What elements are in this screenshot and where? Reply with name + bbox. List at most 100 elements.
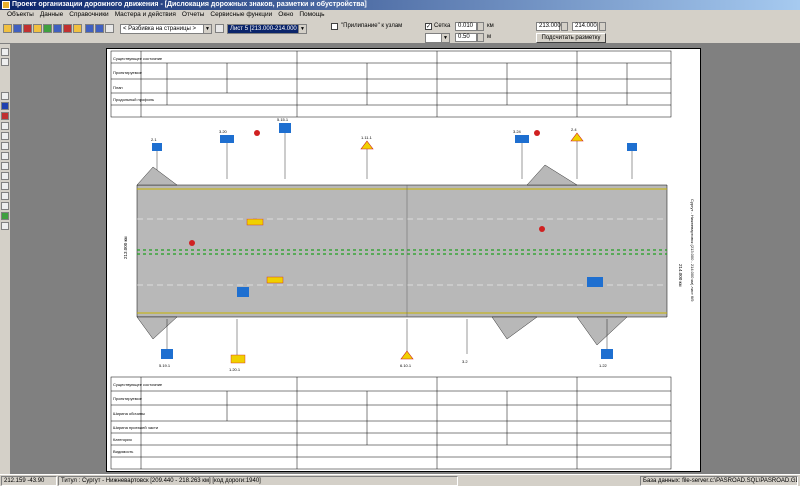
- sign-label-1: 2.1: [151, 137, 157, 142]
- first-sheet-icon[interactable]: [215, 24, 224, 33]
- arrow-tool-icon[interactable]: [1, 202, 9, 210]
- ellipse-tool-icon[interactable]: [1, 142, 9, 150]
- spin-icon[interactable]: [599, 22, 606, 31]
- warning-sign-2[interactable]: [570, 132, 584, 142]
- prohibit-sign-2[interactable]: [534, 130, 540, 136]
- line-tool-icon[interactable]: [1, 92, 9, 100]
- print-icon[interactable]: [23, 24, 32, 33]
- page-split-value: < Разбивка на страницы >: [123, 26, 196, 32]
- sign-blue-3[interactable]: [279, 123, 291, 133]
- layers-icon[interactable]: [43, 24, 52, 33]
- sign-blue-5[interactable]: [627, 143, 637, 151]
- main-toolbar: < Разбивка на страницы > ▼ Лист 5 [213.0…: [0, 20, 800, 44]
- road-sign-on-road-1[interactable]: [246, 218, 264, 226]
- warning-sign-3[interactable]: [400, 350, 414, 360]
- export-icon[interactable]: [33, 24, 42, 33]
- sheet-value: Лист 5 [213.000-214.000 км]: [230, 26, 307, 32]
- count-markup-button[interactable]: Подсчитать разметку: [536, 33, 606, 43]
- menu-references[interactable]: Справочники: [66, 10, 111, 20]
- properties-icon[interactable]: [53, 24, 62, 33]
- top-table: [110, 50, 672, 118]
- sign-label-5: 3.24: [513, 129, 522, 134]
- sign-label-4: 1.11.1: [361, 135, 373, 140]
- sign-yellow-7[interactable]: [230, 354, 246, 364]
- info-icon[interactable]: [1, 102, 9, 110]
- sheet-select[interactable]: Лист 5 [213.000-214.000 км] ▼: [227, 24, 307, 34]
- grid-label: Сетка: [434, 23, 451, 29]
- grid-step-x-input[interactable]: 0.010: [455, 22, 477, 31]
- curve-tool-icon[interactable]: [1, 172, 9, 180]
- sign-label-10: 3.2: [462, 359, 468, 364]
- left-km-caption: 213.000 км: [123, 236, 128, 259]
- road-sign-on-road-3[interactable]: [587, 277, 603, 287]
- window-titlebar: Проект организации дорожного движения - …: [0, 0, 800, 10]
- spin-icon[interactable]: [561, 22, 568, 31]
- app-icon: [2, 1, 10, 9]
- chevron-down-icon[interactable]: ▼: [203, 25, 211, 33]
- drawing-canvas[interactable]: Существующее состояние Проектируемое Пла…: [11, 44, 800, 474]
- prohibit-sign-1[interactable]: [254, 130, 260, 136]
- bottom-row-shoulder: Ширина обочины: [113, 411, 145, 416]
- sign-label-7: 5.19.1: [159, 363, 171, 368]
- prev-page-icon[interactable]: [85, 24, 94, 33]
- save-icon[interactable]: [13, 24, 22, 33]
- polyline-tool-icon[interactable]: [1, 132, 9, 140]
- unit-km-label: км: [487, 23, 494, 29]
- fence-tool-icon[interactable]: [1, 212, 9, 220]
- menu-objects[interactable]: Объекты: [4, 10, 37, 20]
- sign-tool-icon[interactable]: [1, 112, 9, 120]
- road-prohibit-1[interactable]: [189, 240, 195, 246]
- delete-icon[interactable]: [63, 24, 72, 33]
- sign-blue-4[interactable]: [515, 135, 529, 143]
- text-tool-icon[interactable]: [1, 182, 9, 190]
- menu-data[interactable]: Данные: [37, 10, 66, 20]
- menu-reports[interactable]: Отчеты: [179, 10, 207, 20]
- page-split-select[interactable]: < Разбивка на страницы > ▼: [120, 24, 212, 34]
- sign-blue-6[interactable]: [161, 349, 173, 359]
- menu-wizards[interactable]: Мастера и действия: [112, 10, 179, 20]
- sign-blue-8[interactable]: [601, 349, 613, 359]
- menu-window[interactable]: Окно: [275, 10, 296, 20]
- right-km-caption: 214.000 км: [678, 264, 683, 287]
- next-page-icon[interactable]: [95, 24, 104, 33]
- sign-blue-1[interactable]: [152, 143, 162, 151]
- zoom-icon[interactable]: [105, 24, 114, 33]
- snap-label: "Прилипание" к узлам: [341, 23, 403, 29]
- drawing-sheet[interactable]: Существующее состояние Проектируемое Пла…: [106, 48, 701, 472]
- range-from-input[interactable]: 213.000: [536, 22, 561, 31]
- pointer-icon[interactable]: [1, 48, 9, 56]
- chevron-down-icon[interactable]: ▼: [441, 34, 449, 42]
- road-sign-on-road-4[interactable]: [237, 287, 249, 297]
- sign-label-2: 3.20: [219, 129, 228, 134]
- grid-step-y-input[interactable]: 0.50: [455, 33, 477, 42]
- open-icon[interactable]: [3, 24, 12, 33]
- bottom-row-carriageway: Ширина проезжей части: [113, 425, 158, 430]
- sign-label-9: 6.10.1: [400, 363, 412, 368]
- snap-checkbox[interactable]: [331, 23, 338, 30]
- sign-blue-2[interactable]: [220, 135, 234, 143]
- circle-tool-icon[interactable]: [1, 152, 9, 160]
- chevron-down-icon[interactable]: ▼: [298, 25, 306, 33]
- status-bar: 212.159 -43.90 Титул : Сургут - Нижневар…: [0, 474, 800, 486]
- spin-icon[interactable]: [477, 22, 484, 31]
- refresh-icon[interactable]: [73, 24, 82, 33]
- arc-tool-icon[interactable]: [1, 162, 9, 170]
- select-icon[interactable]: [1, 58, 9, 66]
- status-coords: 212.159 -43.90: [1, 476, 57, 486]
- rectangle-tool-icon[interactable]: [1, 122, 9, 130]
- spin-icon[interactable]: [477, 33, 484, 42]
- hand-tool-icon[interactable]: [1, 222, 9, 230]
- grid-checkbox[interactable]: ✓: [425, 23, 432, 30]
- grid-style-select[interactable]: ▼: [425, 33, 450, 43]
- unit-m-label: м: [487, 34, 492, 40]
- top-row-plan: План: [113, 85, 123, 90]
- sign-label-6: 2.4: [571, 127, 577, 132]
- menu-service[interactable]: Сервисные функции: [207, 10, 275, 20]
- markup-tool-icon[interactable]: [1, 192, 9, 200]
- road-prohibit-2[interactable]: [539, 226, 545, 232]
- road-sign-on-road-2[interactable]: [266, 276, 284, 284]
- range-to-input[interactable]: 214.000: [572, 22, 598, 31]
- side-caption: Сургут - Нижневартовск (213.000 - 214.00…: [690, 199, 695, 302]
- menu-help[interactable]: Помощь: [296, 10, 327, 20]
- warning-sign-1[interactable]: [360, 140, 374, 150]
